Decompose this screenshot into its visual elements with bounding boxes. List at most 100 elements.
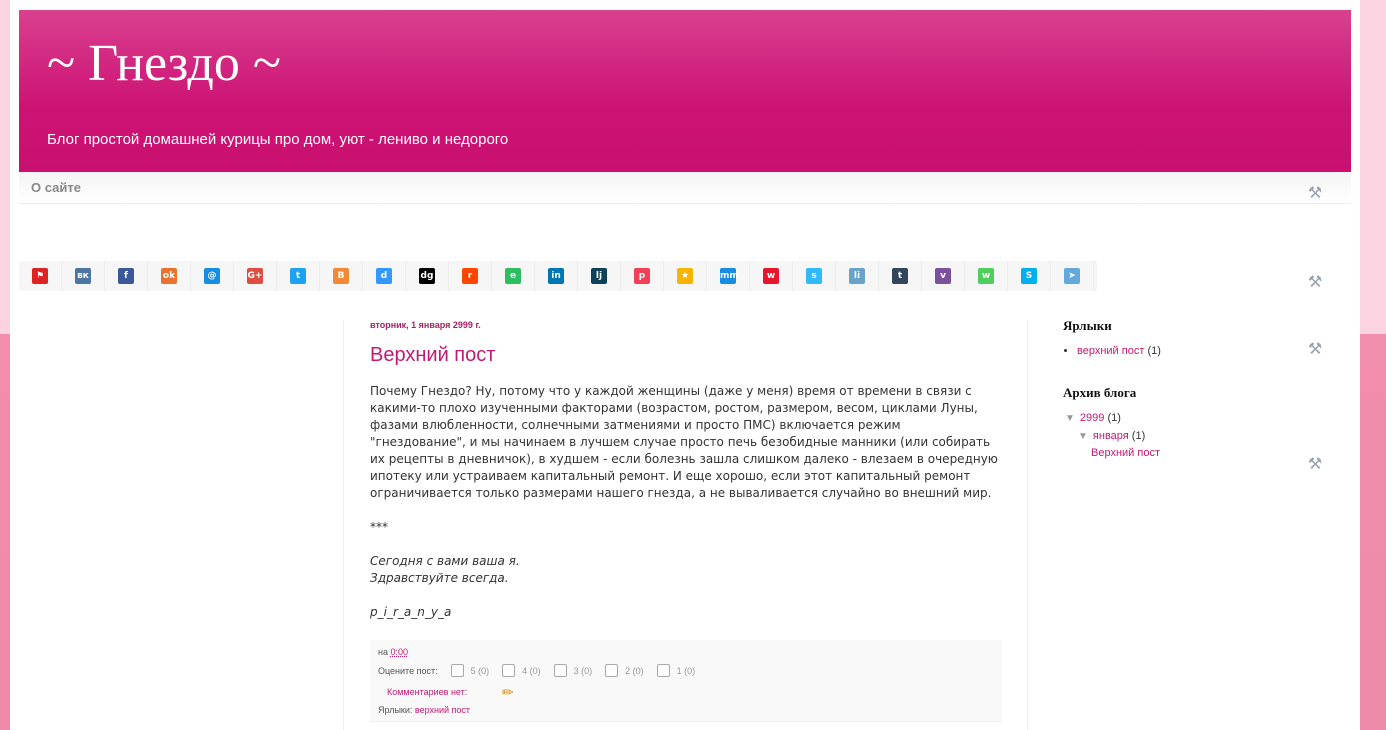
archive-heading: Архив блога xyxy=(1063,385,1137,400)
share-button-liveinternet[interactable]: li xyxy=(836,261,879,291)
blog-description: Блог простой домашней курицы про дом, ую… xyxy=(47,131,509,148)
rating-count: 3 (0) xyxy=(573,665,593,676)
triangle-down-icon[interactable]: ▼ xyxy=(1078,431,1088,442)
share-button-skype[interactable]: S xyxy=(1008,261,1051,291)
facebook-icon: f xyxy=(118,268,134,284)
archive-year-link[interactable]: 2999 xyxy=(1080,412,1104,424)
rating-checkbox[interactable] xyxy=(605,664,619,677)
delicious-icon: d xyxy=(376,268,392,284)
labels-list: верхний пост (1) xyxy=(1077,345,1161,357)
share-button-blogger[interactable]: B xyxy=(320,261,363,291)
rating-count: 5 (0) xyxy=(470,665,490,676)
archive-year-count: (1) xyxy=(1107,412,1121,424)
share-button-livejournal[interactable]: lj xyxy=(578,261,621,291)
share-button-whatsapp[interactable]: w xyxy=(965,261,1008,291)
post-timestamp: на 0:00 xyxy=(378,647,408,657)
rating-option-5[interactable]: 5 (0) xyxy=(450,664,490,677)
share-button-pocket[interactable]: p xyxy=(621,261,664,291)
nav-item-about[interactable]: О сайте xyxy=(31,180,81,195)
rating-checkbox[interactable] xyxy=(553,664,567,677)
weibo-icon: w xyxy=(763,268,779,284)
rating-option-1[interactable]: 1 (0) xyxy=(656,664,696,677)
post-sign-line: Здравствуйте всегда. xyxy=(370,571,509,585)
rating-checkbox[interactable] xyxy=(502,664,516,677)
rating-checkbox[interactable] xyxy=(450,664,464,677)
post-sign-line: Сегодня с вами ваша я. xyxy=(370,554,520,568)
rating-option-4[interactable]: 4 (0) xyxy=(502,664,541,677)
post-paragraph: Почему Гнездо? Ну, потому что у каждой ж… xyxy=(370,384,998,500)
comments-link[interactable]: Комментариев нет: xyxy=(387,687,467,697)
post-footer: на 0:00 Оцените пост: 5 (0) 4 (0) 3 (0) … xyxy=(370,640,1002,722)
share-button-weibo[interactable]: w xyxy=(750,261,793,291)
share-button-favorites[interactable]: ★ xyxy=(664,261,707,291)
tumblr-icon: t xyxy=(892,268,908,284)
odnoklassniki-icon: ok xyxy=(161,268,177,284)
share-button-twitter[interactable]: t xyxy=(277,261,320,291)
archive-month-link[interactable]: января xyxy=(1093,430,1129,442)
mail-icon: @ xyxy=(204,268,220,284)
share-button-moimir[interactable]: mm xyxy=(707,261,750,291)
share-button-vk[interactable]: вк xyxy=(62,261,105,291)
post-body: Почему Гнездо? Ну, потому что у каждой ж… xyxy=(370,383,1000,621)
surfingbird-icon: s xyxy=(806,268,822,284)
share-button-delicious[interactable]: d xyxy=(363,261,406,291)
rating-count: 1 (0) xyxy=(676,665,696,676)
rating-option-3[interactable]: 3 (0) xyxy=(553,664,593,677)
pencil-icon[interactable]: ✏ xyxy=(502,684,514,701)
share-button-linkedin[interactable]: in xyxy=(535,261,578,291)
rating-option-2[interactable]: 2 (0) xyxy=(605,664,644,677)
rating-checkbox[interactable] xyxy=(656,664,670,677)
share-button-surfingbird[interactable]: s xyxy=(793,261,836,291)
blog-header: ~ Гнездо ~ Блог простой домашней курицы … xyxy=(19,10,1351,172)
share-button-viber[interactable]: v xyxy=(922,261,965,291)
moimir-icon: mm xyxy=(720,268,739,284)
share-button-google-plus[interactable]: G+ xyxy=(234,261,277,291)
labels-heading: Ярлыки xyxy=(1063,318,1112,333)
post-separator: *** xyxy=(370,520,388,534)
label-link[interactable]: верхний пост xyxy=(1077,345,1144,357)
archive-post-link[interactable]: Верхний пост xyxy=(1091,447,1160,459)
share-button-telegram[interactable]: ➤ xyxy=(1051,261,1094,291)
post-label-link[interactable]: верхний пост xyxy=(415,705,470,715)
edit-tools-icon[interactable]: ⚒ xyxy=(1306,274,1324,292)
telegram-icon: ➤ xyxy=(1064,268,1080,284)
liveinternet-icon: li xyxy=(849,268,865,284)
edit-tools-icon[interactable]: ⚒ xyxy=(1306,185,1324,203)
rating-count: 4 (0) xyxy=(522,665,541,676)
archive-month-count: (1) xyxy=(1131,430,1146,442)
triangle-down-icon[interactable]: ▼ xyxy=(1065,413,1075,424)
rating-count: 2 (0) xyxy=(625,665,644,676)
share-button-odnoklassniki[interactable]: ok xyxy=(148,261,191,291)
post-title[interactable]: Верхний пост xyxy=(370,344,495,367)
reddit-icon: r xyxy=(462,268,478,284)
post-time-link[interactable]: 0:00 xyxy=(391,647,409,657)
labels-prefix: Ярлыки: xyxy=(378,705,413,715)
post-signature: p_i_r_a_n_y_a xyxy=(370,605,452,619)
share-button-reddit[interactable]: r xyxy=(449,261,492,291)
share-button-facebook[interactable]: f xyxy=(105,261,148,291)
main-column: вторник, 1 января 2999 г. Верхний пост П… xyxy=(343,320,1028,730)
share-button-evernote[interactable]: e xyxy=(492,261,535,291)
skype-icon: S xyxy=(1021,268,1037,284)
archive-year: ▼ 2999 (1) xyxy=(1065,412,1121,424)
favorites-icon: ★ xyxy=(677,268,693,284)
share-button-tumblr[interactable]: t xyxy=(879,261,922,291)
share-button-mail[interactable]: @ xyxy=(191,261,234,291)
viber-icon: v xyxy=(935,268,951,284)
blog-title[interactable]: ~ Гнездо ~ xyxy=(47,34,281,93)
page-container: ~ Гнездо ~ Блог простой домашней курицы … xyxy=(10,0,1360,730)
evernote-icon: e xyxy=(505,268,521,284)
edit-tools-icon[interactable]: ⚒ xyxy=(1306,456,1324,474)
bookmark-icon: ⚑ xyxy=(32,268,48,284)
share-button-bookmark[interactable]: ⚑ xyxy=(19,261,62,291)
pocket-icon: p xyxy=(634,268,650,284)
post-rating: Оцените пост: 5 (0) 4 (0) 3 (0) 2 (0) 1 … xyxy=(378,664,695,677)
share-button-digg[interactable]: dg xyxy=(406,261,449,291)
label-count: (1) xyxy=(1147,345,1161,357)
livejournal-icon: lj xyxy=(591,268,607,284)
google-plus-icon: G+ xyxy=(247,268,263,284)
archive-post: Верхний пост xyxy=(1091,447,1160,459)
rating-label: Оцените пост: xyxy=(378,665,438,676)
post-labels: Ярлыки: верхний пост xyxy=(378,705,470,715)
edit-tools-icon[interactable]: ⚒ xyxy=(1306,341,1324,359)
